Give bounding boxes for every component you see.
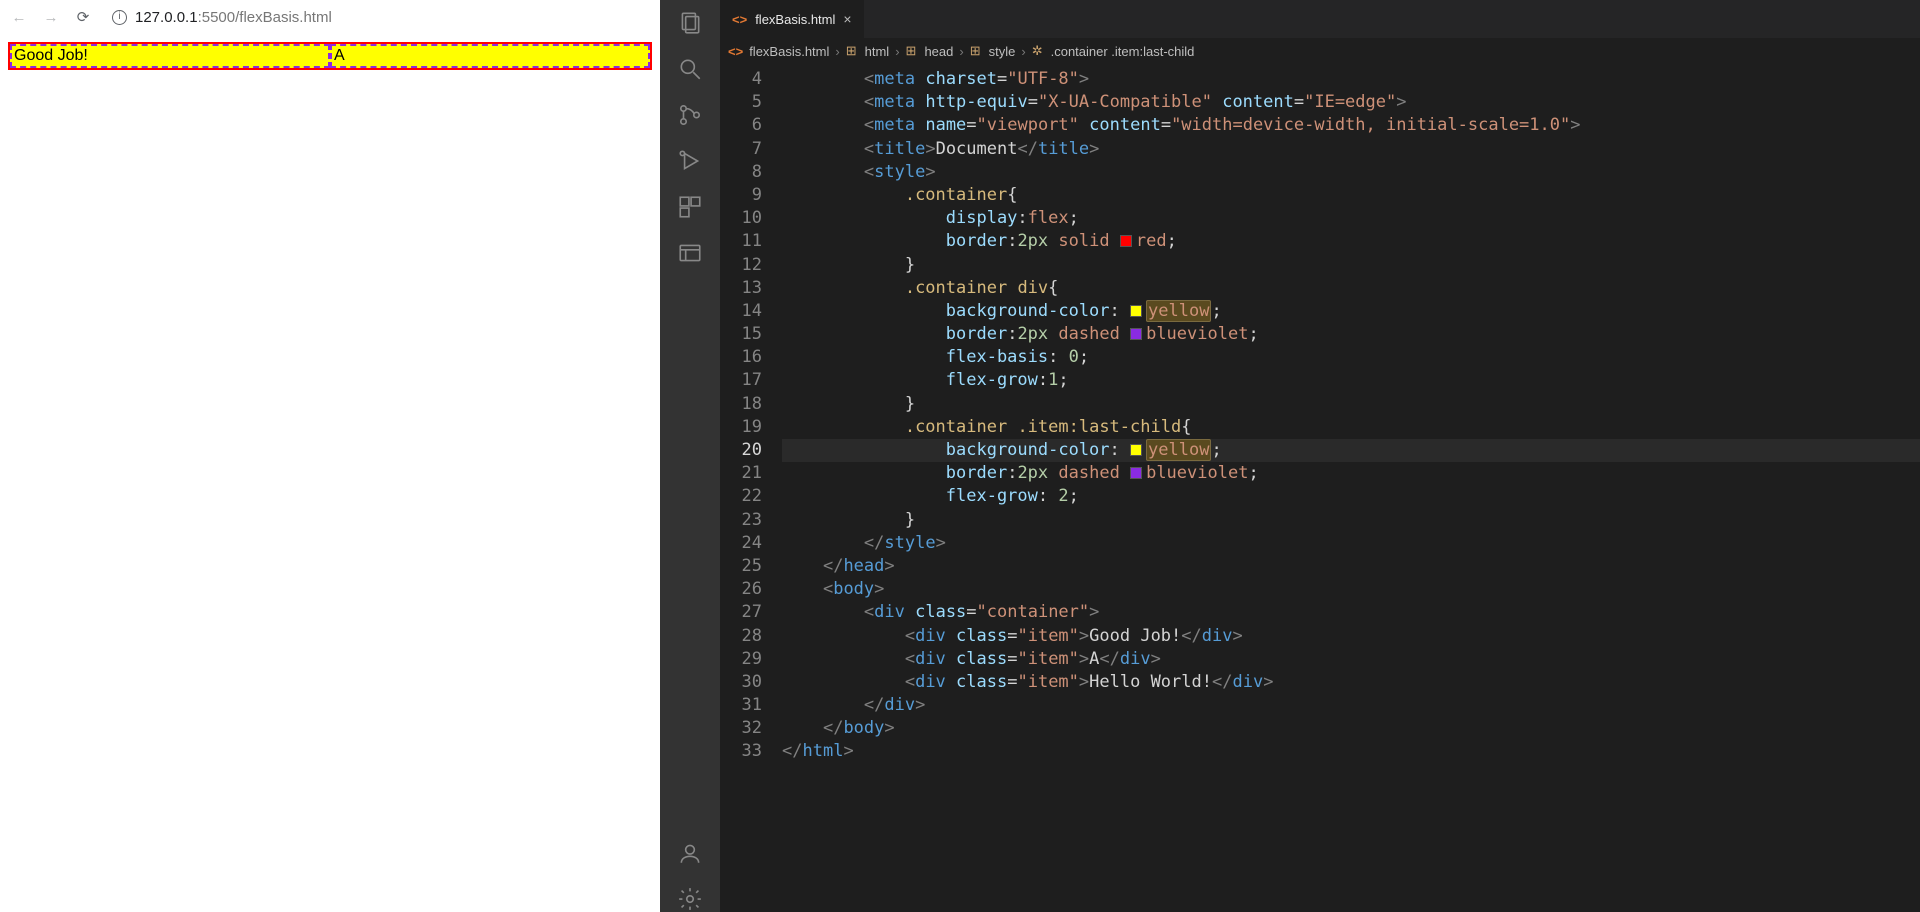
html-file-icon: <>: [728, 44, 743, 59]
code-content[interactable]: <meta charset="UTF-8"> <meta http-equiv=…: [782, 64, 1920, 912]
browser-pane: ← → ⟳ i 127.0.0.1:5500/flexBasis.html Go…: [0, 0, 660, 912]
breadcrumb-item[interactable]: style: [989, 44, 1016, 59]
info-icon[interactable]: i: [112, 10, 127, 25]
accounts-icon[interactable]: [677, 840, 703, 866]
chevron-right-icon: ›: [895, 44, 899, 59]
editor-area: <> flexBasis.html × <> flexBasis.html › …: [720, 0, 1920, 912]
element-icon: ⊞: [906, 43, 917, 59]
forward-icon[interactable]: →: [42, 9, 60, 26]
run-debug-icon[interactable]: [677, 148, 703, 174]
tab-label: flexBasis.html: [755, 12, 835, 27]
breadcrumbs[interactable]: <> flexBasis.html › ⊞ html › ⊞ head › ⊞ …: [720, 38, 1920, 64]
browser-viewport: Good Job! A: [0, 34, 660, 912]
chevron-right-icon: ›: [959, 44, 963, 59]
address-bar[interactable]: i 127.0.0.1:5500/flexBasis.html: [106, 3, 650, 31]
search-icon[interactable]: [677, 56, 703, 82]
reload-icon[interactable]: ⟳: [74, 8, 92, 26]
flex-container: Good Job! A: [8, 42, 652, 70]
source-control-icon[interactable]: [677, 102, 703, 128]
breadcrumb-item[interactable]: .container .item:last-child: [1051, 44, 1195, 59]
url-text: 127.0.0.1:5500/flexBasis.html: [135, 9, 332, 26]
code-editor[interactable]: 4567891011121314151617181920212223242526…: [720, 64, 1920, 912]
line-gutter: 4567891011121314151617181920212223242526…: [720, 64, 782, 912]
tab-flexbasis[interactable]: <> flexBasis.html ×: [720, 0, 865, 38]
activity-bar: [660, 0, 720, 912]
live-preview-icon[interactable]: [677, 240, 703, 266]
breadcrumb-item[interactable]: flexBasis.html: [749, 44, 829, 59]
flex-item: Good Job!: [10, 44, 330, 68]
tab-bar: <> flexBasis.html ×: [720, 0, 1920, 38]
breadcrumb-item[interactable]: html: [865, 44, 890, 59]
css-rule-icon: ✲: [1032, 43, 1043, 59]
extensions-icon[interactable]: [677, 194, 703, 220]
element-icon: ⊞: [970, 43, 981, 59]
back-icon[interactable]: ←: [10, 9, 28, 26]
close-icon[interactable]: ×: [843, 11, 851, 27]
chevron-right-icon: ›: [835, 44, 839, 59]
browser-toolbar: ← → ⟳ i 127.0.0.1:5500/flexBasis.html: [0, 0, 660, 34]
element-icon: ⊞: [846, 43, 857, 59]
explorer-icon[interactable]: [677, 10, 703, 36]
chevron-right-icon: ›: [1021, 44, 1025, 59]
settings-gear-icon[interactable]: [677, 886, 703, 912]
breadcrumb-item[interactable]: head: [924, 44, 953, 59]
vscode-pane: <> flexBasis.html × <> flexBasis.html › …: [660, 0, 1920, 912]
html-file-icon: <>: [732, 12, 747, 27]
flex-item: A: [330, 44, 650, 68]
